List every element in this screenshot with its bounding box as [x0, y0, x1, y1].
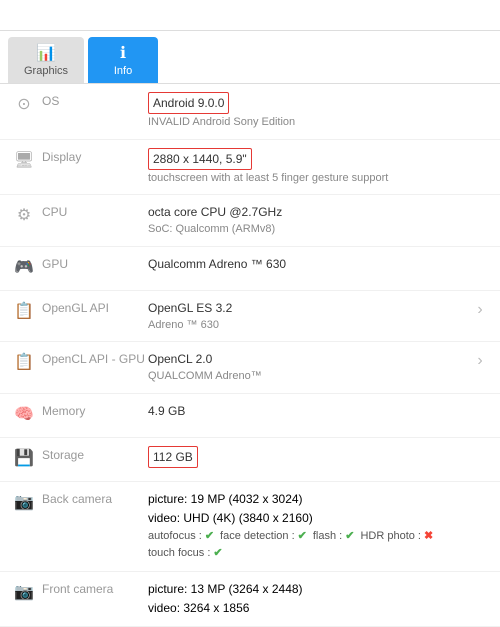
secondary-value: INVALID Android Sony Edition [148, 114, 490, 131]
tab-icon-1: ℹ [120, 43, 126, 63]
tab-label-1: Info [114, 65, 132, 77]
table-row: 📷 Back camera picture: 19 MP (4032 x 302… [0, 482, 500, 573]
row-action-icon[interactable]: › [470, 350, 490, 370]
content-area: ⊙ OS Android 9.0.0 INVALID Android Sony … [0, 84, 500, 627]
row-value: Android 9.0.0 INVALID Android Sony Editi… [148, 92, 490, 131]
primary-value: OpenCL 2.0 [148, 350, 470, 368]
table-row: 🖥 Display 2880 x 1440, 5.9" touchscreen … [0, 140, 500, 196]
camera-feature-item: HDR photo : ✖ [360, 528, 433, 546]
row-label: Memory [38, 402, 148, 418]
primary-value: OpenGL ES 3.2 [148, 299, 470, 317]
camera-feature2-item: touch focus : ✔ [148, 545, 223, 563]
table-row: 📷 Front camera picture: 13 MP (3264 x 24… [0, 572, 500, 627]
camera-video: video: UHD (4K) (3840 x 2160) [148, 509, 433, 528]
camera-features2: touch focus : ✔ [148, 545, 433, 563]
highlighted-value: 2880 x 1440, 5.9" [148, 148, 252, 170]
header [0, 0, 500, 31]
table-row: ⊙ OS Android 9.0.0 INVALID Android Sony … [0, 84, 500, 140]
row-label: GPU [38, 255, 148, 271]
row-label: OpenGL API [38, 299, 148, 315]
tab-label-0: Graphics [24, 65, 68, 77]
row-icon: 📋 [10, 350, 38, 372]
tab-icon-0: 📊 [36, 43, 56, 63]
camera-value: picture: 13 MP (3264 x 2448) video: 3264… [148, 580, 303, 618]
highlighted-value: 112 GB [148, 446, 198, 468]
camera-video: video: 3264 x 1856 [148, 599, 303, 618]
row-icon: ⊙ [10, 92, 38, 114]
row-value: OpenGL ES 3.2 Adreno ™ 630 [148, 299, 470, 334]
row-value: Qualcomm Adreno ™ 630 [148, 255, 490, 273]
secondary-value: touchscreen with at least 5 finger gestu… [148, 170, 490, 187]
row-icon: 🖥 [10, 148, 38, 170]
table-row: 📋 OpenCL API - GPU OpenCL 2.0 QUALCOMM A… [0, 342, 500, 394]
secondary-value: SoC: Qualcomm (ARMv8) [148, 221, 490, 238]
camera-picture: picture: 19 MP (4032 x 3024) [148, 490, 433, 509]
row-icon: 💾 [10, 446, 38, 468]
row-icon: 📋 [10, 299, 38, 321]
row-label: CPU [38, 203, 148, 219]
camera-picture: picture: 13 MP (3264 x 2448) [148, 580, 303, 599]
secondary-value: Adreno ™ 630 [148, 317, 470, 334]
row-value: 2880 x 1440, 5.9" touchscreen with at le… [148, 148, 490, 187]
row-label: OpenCL API - GPU [38, 350, 148, 366]
secondary-value: QUALCOMM Adreno™ [148, 368, 470, 385]
row-icon: 🎮 [10, 255, 38, 277]
highlighted-value: Android 9.0.0 [148, 92, 229, 114]
primary-value: octa core CPU @2.7GHz [148, 203, 490, 221]
table-row: ⚙ CPU octa core CPU @2.7GHz SoC: Qualcom… [0, 195, 500, 247]
row-label: Front camera [38, 580, 148, 596]
table-row: 🎮 GPU Qualcomm Adreno ™ 630 [0, 247, 500, 291]
tab-info[interactable]: ℹ Info [88, 37, 158, 83]
table-row: 🧠 Memory 4.9 GB [0, 394, 500, 438]
tab-bar: 📊 Graphics ℹ Info [0, 31, 500, 84]
table-row: 💾 Storage 112 GB [0, 438, 500, 482]
row-label: OS [38, 92, 148, 108]
camera-feature-item: autofocus : ✔ [148, 528, 214, 546]
logo-area [480, 8, 488, 22]
table-row: 📋 OpenGL API OpenGL ES 3.2 Adreno ™ 630 … [0, 291, 500, 343]
camera-feature-item: face detection : ✔ [220, 528, 307, 546]
row-label: Display [38, 148, 148, 164]
row-label: Back camera [38, 490, 148, 506]
row-action-icon[interactable]: › [470, 299, 490, 319]
row-icon: ⚙ [10, 203, 38, 225]
camera-value: picture: 19 MP (4032 x 3024) video: UHD … [148, 490, 433, 564]
row-icon: 🧠 [10, 402, 38, 424]
primary-value: Qualcomm Adreno ™ 630 [148, 255, 490, 273]
camera-features: autofocus : ✔ face detection : ✔ flash :… [148, 528, 433, 546]
row-value: 4.9 GB [148, 402, 490, 420]
row-value: 112 GB [148, 446, 490, 468]
tab-graphics[interactable]: 📊 Graphics [8, 37, 84, 83]
row-value: OpenCL 2.0 QUALCOMM Adreno™ [148, 350, 470, 385]
primary-value: 4.9 GB [148, 402, 490, 420]
row-value: octa core CPU @2.7GHz SoC: Qualcomm (ARM… [148, 203, 490, 238]
row-label: Storage [38, 446, 148, 462]
camera-feature-item: flash : ✔ [313, 528, 355, 546]
row-icon: 📷 [10, 580, 38, 602]
row-icon: 📷 [10, 490, 38, 512]
